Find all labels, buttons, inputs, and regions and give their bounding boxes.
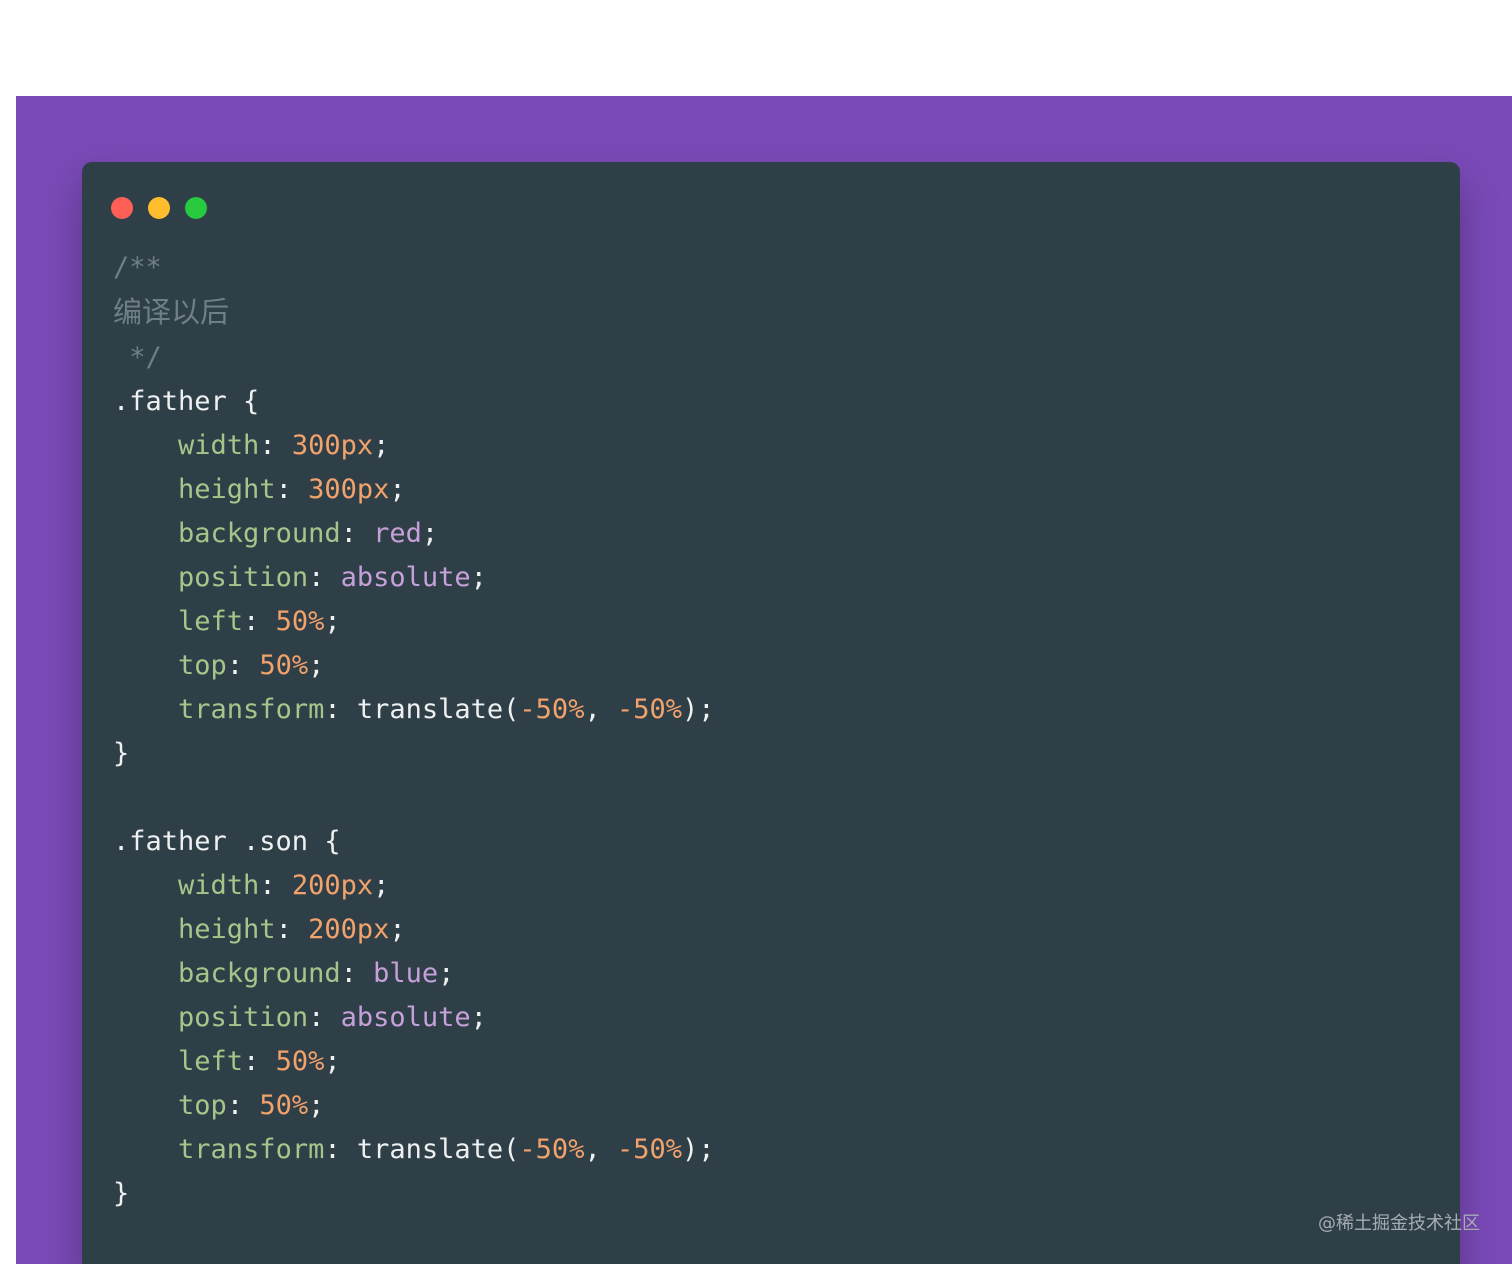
property-value: absolute	[340, 562, 471, 593]
colon: :	[340, 518, 374, 549]
page: /** 编译以后 */ .father { width: 300px; heig…	[0, 0, 1512, 1264]
close-brace: }	[113, 738, 130, 769]
traffic-light-yellow-icon[interactable]	[148, 197, 170, 219]
code-window: /** 编译以后 */ .father { width: 300px; heig…	[82, 162, 1460, 1264]
decl-height: height: 300px;	[178, 474, 406, 505]
colon: :	[226, 650, 260, 681]
watermark: @稀土掘金技术社区	[1318, 1213, 1480, 1234]
decl-width: width: 300px;	[178, 430, 389, 461]
property-value: 50%	[275, 606, 325, 637]
decl-left: left: 50%;	[178, 606, 341, 637]
rule-father-son-header: .father .son {	[113, 826, 341, 857]
function-close: );	[682, 694, 715, 725]
property-name: width	[178, 430, 260, 461]
function-arg: -50%	[616, 694, 682, 725]
property-name: transform	[178, 694, 325, 725]
semicolon: ;	[389, 914, 406, 945]
property-name: left	[178, 606, 244, 637]
selector-father-son: .father .son	[113, 826, 309, 857]
traffic-light-green-icon[interactable]	[185, 197, 207, 219]
colon: :	[259, 430, 292, 461]
semicolon: ;	[308, 650, 325, 681]
semicolon: ;	[470, 1002, 487, 1033]
decl-background: background: blue;	[178, 958, 454, 989]
decl-background: background: red;	[178, 518, 438, 549]
window-controls	[111, 197, 207, 219]
colon: :	[259, 870, 292, 901]
colon: :	[226, 1090, 260, 1121]
property-name: transform	[178, 1134, 325, 1165]
code-block: /** 编译以后 */ .father { width: 300px; heig…	[113, 246, 715, 1216]
colon: :	[275, 914, 309, 945]
decl-transform: transform: translate(-50%, -50%);	[178, 1134, 714, 1165]
function-arg: -50%	[519, 694, 585, 725]
decl-position: position: absolute;	[178, 1002, 487, 1033]
colon: :	[308, 1002, 341, 1033]
property-name: top	[178, 650, 227, 681]
selector-father: .father	[113, 386, 227, 417]
function-arg: -50%	[616, 1134, 682, 1165]
decl-top: top: 50%;	[178, 650, 324, 681]
semicolon: ;	[324, 606, 341, 637]
colon: :	[324, 1134, 357, 1165]
property-value: 50%	[275, 1046, 325, 1077]
open-brace: {	[308, 826, 341, 857]
property-name: left	[178, 1046, 244, 1077]
semicolon: ;	[470, 562, 487, 593]
semicolon: ;	[389, 474, 406, 505]
rule-father-header: .father {	[113, 386, 259, 417]
colon: :	[324, 694, 357, 725]
decl-transform: transform: translate(-50%, -50%);	[178, 694, 714, 725]
colon: :	[243, 1046, 276, 1077]
semicolon: ;	[438, 958, 455, 989]
property-name: top	[178, 1090, 227, 1121]
property-name: width	[178, 870, 260, 901]
semicolon: ;	[308, 1090, 325, 1121]
function-close: );	[682, 1134, 715, 1165]
semicolon: ;	[324, 1046, 341, 1077]
semicolon: ;	[373, 870, 390, 901]
decl-position: position: absolute;	[178, 562, 487, 593]
property-value: blue	[373, 958, 439, 989]
comma: ,	[584, 694, 617, 725]
property-name: height	[178, 474, 276, 505]
comment-close: */	[113, 342, 162, 373]
property-name: position	[178, 562, 309, 593]
semicolon: ;	[421, 518, 439, 549]
decl-left: left: 50%;	[178, 1046, 341, 1077]
semicolon: ;	[373, 430, 390, 461]
traffic-light-red-icon[interactable]	[111, 197, 133, 219]
property-value: 300px	[308, 474, 390, 505]
property-name: height	[178, 914, 276, 945]
function-arg: -50%	[519, 1134, 585, 1165]
property-name: position	[178, 1002, 309, 1033]
property-name: background	[178, 518, 341, 549]
colon: :	[275, 474, 309, 505]
property-value: 50%	[259, 650, 309, 681]
property-value: red	[373, 518, 422, 549]
property-value: absolute	[340, 1002, 471, 1033]
decl-width: width: 200px;	[178, 870, 389, 901]
property-value: 200px	[291, 870, 374, 901]
function-name: translate(	[356, 694, 520, 725]
comment-text: 编译以后	[113, 295, 230, 329]
comma: ,	[584, 1134, 617, 1165]
decl-top: top: 50%;	[178, 1090, 324, 1121]
property-value: 300px	[291, 430, 374, 461]
close-brace: }	[113, 1178, 130, 1209]
open-brace: {	[226, 386, 260, 417]
colon: :	[340, 958, 374, 989]
function-name: translate(	[356, 1134, 520, 1165]
decl-height: height: 200px;	[178, 914, 406, 945]
property-value: 50%	[259, 1090, 309, 1121]
colon: :	[308, 562, 341, 593]
property-name: background	[178, 958, 341, 989]
property-value: 200px	[308, 914, 390, 945]
comment-open: /**	[113, 252, 162, 283]
colon: :	[243, 606, 276, 637]
